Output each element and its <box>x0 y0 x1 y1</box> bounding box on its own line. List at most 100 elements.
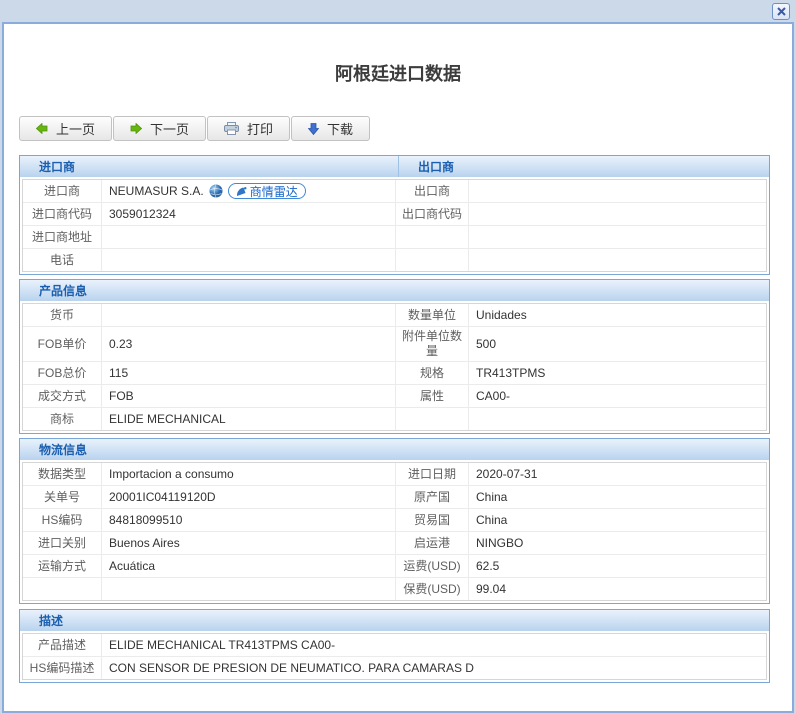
currency-value <box>102 304 396 326</box>
table-row: 商标 ELIDE MECHANICAL <box>23 408 766 430</box>
arrow-left-icon <box>36 123 48 134</box>
print-button[interactable]: 打印 <box>207 116 290 141</box>
freight-label: 运费(USD) <box>396 555 469 577</box>
importer-address-value <box>102 226 396 248</box>
business-radar-label: 商情雷达 <box>250 183 298 200</box>
product-description-value: ELIDE MECHANICAL TR413TPMS CA00- <box>102 634 766 656</box>
product-info-header: 产品信息 <box>20 280 769 301</box>
import-record-dialog: 阿根廷进口数据 上一页 下一页 打印 <box>2 22 794 713</box>
attribute-value: CA00- <box>469 385 766 407</box>
phone-value <box>102 249 396 271</box>
download-label: 下载 <box>327 119 353 138</box>
table-row: 运输方式 Acuática 运费(USD) 62.5 <box>23 555 766 578</box>
table-row: 成交方式 FOB 属性 CA00- <box>23 385 766 408</box>
prev-page-button[interactable]: 上一页 <box>19 116 112 141</box>
toolbar: 上一页 下一页 打印 下载 <box>19 116 792 141</box>
trade-country-value: China <box>469 509 766 531</box>
transport-mode-label: 运输方式 <box>23 555 102 577</box>
departure-port-label: 启运港 <box>396 532 469 554</box>
table-row: 数据类型 Importacion a consumo 进口日期 2020-07-… <box>23 463 766 486</box>
page-title: 阿根廷进口数据 <box>4 24 792 86</box>
customs-no-value: 20001IC04119120D <box>102 486 396 508</box>
arrow-right-icon <box>130 123 142 134</box>
exporter-code-label: 出口商代码 <box>396 203 469 225</box>
logistics-info-title: 物流信息 <box>20 439 769 460</box>
data-type-value: Importacion a consumo <box>102 463 396 485</box>
fob-unit-price-label: FOB单价 <box>23 327 102 361</box>
currency-label: 货币 <box>23 304 102 326</box>
radar-dish-icon <box>236 186 247 197</box>
arrow-down-icon <box>308 123 319 135</box>
table-row: HS编码 84818099510 贸易国 China <box>23 509 766 532</box>
print-label: 打印 <box>247 119 273 138</box>
exporter-code-value <box>469 203 766 225</box>
quantity-unit-label: 数量单位 <box>396 304 469 326</box>
hs-description-label: HS编码描述 <box>23 657 102 679</box>
customs-no-label: 关单号 <box>23 486 102 508</box>
section-importer-exporter: 进口商 出口商 进口商 NEUMASUR S.A. <box>19 155 770 275</box>
empty-label <box>396 408 469 430</box>
section-description: 描述 产品描述 ELIDE MECHANICAL TR413TPMS CA00-… <box>19 609 770 683</box>
table-row: 进口商代码 3059012324 出口商代码 <box>23 203 766 226</box>
empty-value <box>469 249 766 271</box>
attached-unit-qty-label: 附件单位数量 <box>396 327 469 361</box>
globe-icon[interactable] <box>209 184 223 198</box>
origin-country-label: 原产国 <box>396 486 469 508</box>
import-customs-label: 进口关别 <box>23 532 102 554</box>
empty-label <box>396 249 469 271</box>
download-button[interactable]: 下载 <box>291 116 370 141</box>
attached-unit-qty-value: 500 <box>469 327 766 361</box>
table-row: 货币 数量单位 Unidades <box>23 304 766 327</box>
empty-value <box>102 578 396 600</box>
departure-port-value: NINGBO <box>469 532 766 554</box>
importer-header: 进口商 <box>20 156 399 177</box>
trade-country-label: 贸易国 <box>396 509 469 531</box>
importer-code-label: 进口商代码 <box>23 203 102 225</box>
logistics-info-header: 物流信息 <box>20 439 769 460</box>
next-page-label: 下一页 <box>150 119 189 138</box>
section-product-info: 产品信息 货币 数量单位 Unidades FOB单价 0.23 附件单位数量 … <box>19 279 770 434</box>
exporter-label: 出口商 <box>396 180 469 202</box>
product-info-body: 货币 数量单位 Unidades FOB单价 0.23 附件单位数量 500 F… <box>22 303 767 431</box>
insurance-value: 99.04 <box>469 578 766 600</box>
quantity-unit-value: Unidades <box>469 304 766 326</box>
freight-value: 62.5 <box>469 555 766 577</box>
transport-mode-value: Acuática <box>102 555 396 577</box>
table-row: FOB单价 0.23 附件单位数量 500 <box>23 327 766 362</box>
description-title: 描述 <box>20 610 769 631</box>
product-info-title: 产品信息 <box>20 280 769 301</box>
spec-value: TR413TPMS <box>469 362 766 384</box>
section-logistics-info: 物流信息 数据类型 Importacion a consumo 进口日期 202… <box>19 438 770 604</box>
import-date-label: 进口日期 <box>396 463 469 485</box>
table-row: 进口商 NEUMASUR S.A. <box>23 180 766 203</box>
table-row: 保费(USD) 99.04 <box>23 578 766 600</box>
import-customs-value: Buenos Aires <box>102 532 396 554</box>
phone-label: 电话 <box>23 249 102 271</box>
exporter-value <box>469 180 766 202</box>
table-row: 产品描述 ELIDE MECHANICAL TR413TPMS CA00- <box>23 634 766 657</box>
next-page-button[interactable]: 下一页 <box>113 116 206 141</box>
close-button[interactable] <box>772 3 790 20</box>
empty-label <box>396 226 469 248</box>
importer-label: 进口商 <box>23 180 102 202</box>
insurance-label: 保费(USD) <box>396 578 469 600</box>
importer-exporter-body: 进口商 NEUMASUR S.A. <box>22 179 767 272</box>
empty-label <box>23 578 102 600</box>
exporter-header: 出口商 <box>399 156 769 177</box>
attribute-label: 属性 <box>396 385 469 407</box>
empty-value <box>469 408 766 430</box>
empty-value <box>469 226 766 248</box>
prev-page-label: 上一页 <box>56 119 95 138</box>
importer-code-value: 3059012324 <box>102 203 396 225</box>
fob-unit-price-value: 0.23 <box>102 327 396 361</box>
table-row: FOB总价 115 规格 TR413TPMS <box>23 362 766 385</box>
importer-exporter-header: 进口商 出口商 <box>20 156 769 177</box>
business-radar-badge[interactable]: 商情雷达 <box>228 183 306 199</box>
close-icon <box>777 7 786 16</box>
product-description-label: 产品描述 <box>23 634 102 656</box>
page-top-bar <box>0 0 796 22</box>
description-header: 描述 <box>20 610 769 631</box>
fob-total-value: 115 <box>102 362 396 384</box>
origin-country-value: China <box>469 486 766 508</box>
logistics-info-body: 数据类型 Importacion a consumo 进口日期 2020-07-… <box>22 462 767 601</box>
